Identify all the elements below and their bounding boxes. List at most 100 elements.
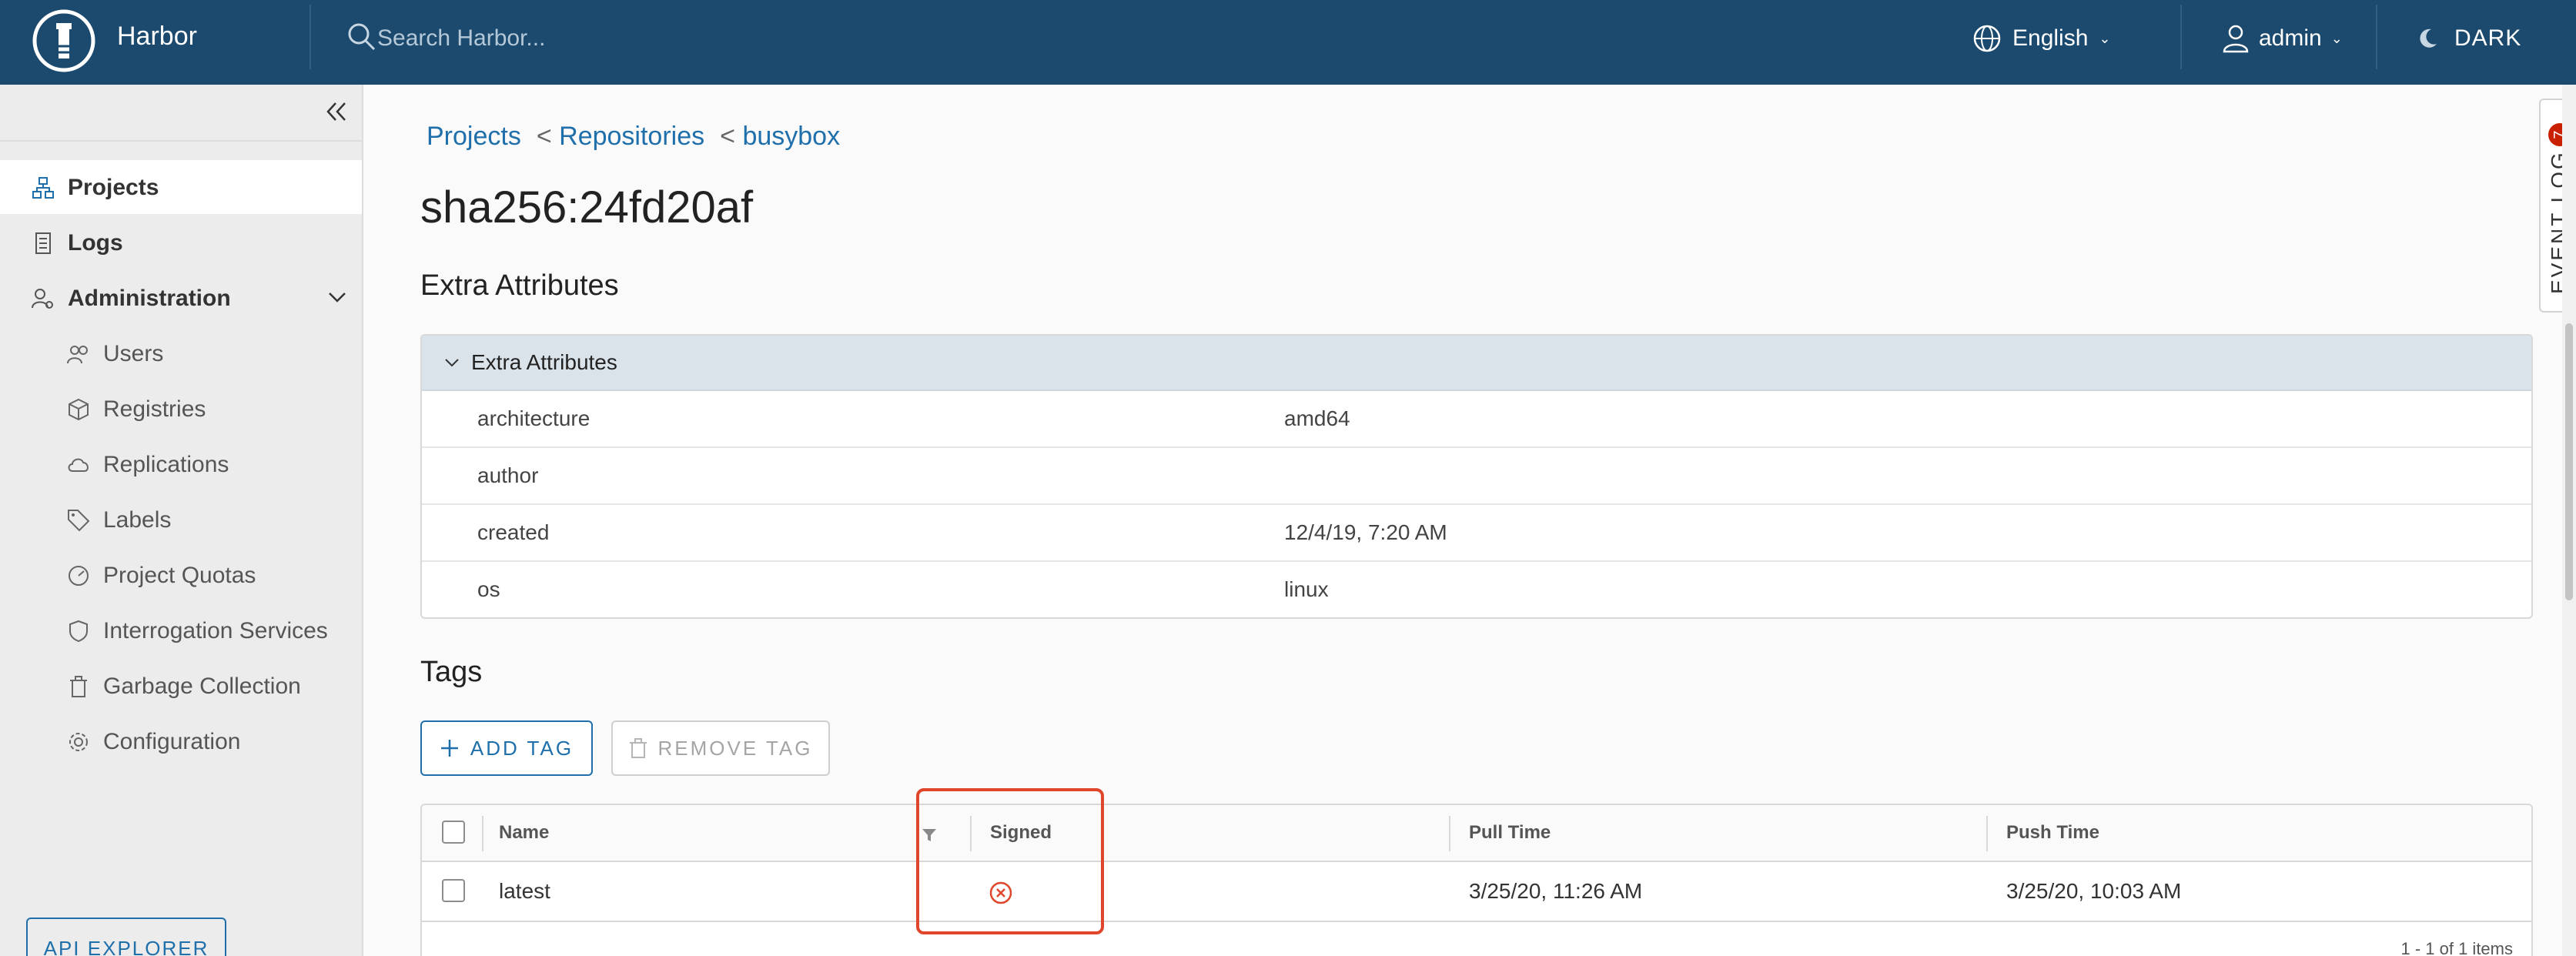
sidebar-item-registries[interactable]: Registries <box>66 393 206 426</box>
sidebar-item-configuration[interactable]: Configuration <box>66 725 240 759</box>
attribute-row: architecture amd64 <box>422 391 2531 448</box>
column-divider <box>482 816 483 851</box>
collapse-sidebar-icon[interactable] <box>323 99 350 125</box>
sidebar: Projects Logs Administration Users Regis… <box>0 85 363 956</box>
breadcrumb-separator: < <box>536 122 552 151</box>
users-icon <box>67 346 88 364</box>
sidebar-item-label: Garbage Collection <box>103 674 301 699</box>
sidebar-item-users[interactable]: Users <box>66 337 163 371</box>
breadcrumb-repositories-link[interactable]: Repositories <box>559 122 704 151</box>
breadcrumb-repo-link[interactable]: busybox <box>742 122 840 151</box>
column-divider <box>1986 816 1988 851</box>
logs-icon <box>35 232 51 254</box>
sidebar-item-label: Logs <box>68 230 123 256</box>
gear-icon <box>69 733 88 751</box>
trash-icon <box>629 738 647 758</box>
moon-icon <box>2420 28 2437 48</box>
harbor-logo-icon[interactable] <box>31 8 97 74</box>
add-tag-label: ADD TAG <box>470 736 574 760</box>
tags-table: Name Signed Pull Time Push Time latest 3… <box>420 804 2533 956</box>
column-header-pull-time[interactable]: Pull Time <box>1469 822 1551 844</box>
sidebar-item-logs[interactable]: Logs <box>31 226 123 260</box>
sidebar-item-label: Project Quotas <box>103 563 256 588</box>
api-explorer-button[interactable]: API EXPLORER <box>26 918 226 956</box>
sidebar-divider <box>0 140 362 142</box>
attribute-value: linux <box>1284 577 1329 601</box>
sidebar-item-replications[interactable]: Replications <box>66 448 229 482</box>
sidebar-item-label: Configuration <box>103 729 241 754</box>
projects-icon <box>32 177 54 199</box>
language-label: English <box>2012 25 2089 51</box>
tags-heading: Tags <box>420 656 483 688</box>
attribute-row: author <box>422 448 2531 505</box>
tag-push-time: 3/25/20, 10:03 AM <box>2006 879 2182 903</box>
chevron-down-icon <box>445 359 459 367</box>
header-divider <box>309 5 311 69</box>
column-header-push-time[interactable]: Push Time <box>2006 822 2099 844</box>
row-checkbox[interactable] <box>442 879 465 902</box>
registries-icon <box>69 398 89 421</box>
globe-icon <box>1973 25 2001 52</box>
attribute-key: os <box>477 577 500 601</box>
extra-attributes-panel: Extra Attributes architecture amd64 auth… <box>420 334 2533 619</box>
attribute-value: amd64 <box>1284 406 1350 430</box>
labels-icon <box>68 510 90 532</box>
sidebar-item-projects[interactable]: Projects <box>31 171 159 205</box>
tag-pull-time: 3/25/20, 11:26 AM <box>1469 879 1643 903</box>
plus-icon <box>440 740 458 757</box>
chevron-down-icon: ⌄ <box>2330 30 2343 46</box>
sidebar-item-label: Replications <box>103 452 229 477</box>
extra-attributes-heading: Extra Attributes <box>420 269 619 302</box>
sidebar-item-garbage-collection[interactable]: Garbage Collection <box>66 670 301 704</box>
sidebar-item-administration[interactable]: Administration <box>31 282 231 316</box>
add-tag-button[interactable]: ADD TAG <box>420 720 593 776</box>
replications-icon <box>68 458 89 472</box>
user-menu[interactable]: admin ⌄ <box>2222 20 2343 57</box>
sidebar-item-interrogation-services[interactable]: Interrogation Services <box>66 614 328 648</box>
signed-column-highlight <box>916 788 1104 934</box>
language-selector[interactable]: English ⌄ <box>1972 20 2111 57</box>
remove-tag-label: REMOVE TAG <box>657 736 813 760</box>
search-input[interactable] <box>377 20 839 57</box>
pagination-count: 1 - 1 of 1 items <box>2400 939 2513 956</box>
attribute-key: created <box>477 520 550 544</box>
sidebar-item-label: Registries <box>103 396 206 422</box>
scrollbar-thumb[interactable] <box>2565 323 2573 600</box>
top-header: Harbor English ⌄ admin ⌄ DARK <box>0 0 2576 85</box>
column-divider <box>1449 816 1450 851</box>
table-header: Name Signed Pull Time Push Time <box>422 805 2531 862</box>
sidebar-item-label: Projects <box>68 175 159 200</box>
tag-name[interactable]: latest <box>499 879 550 904</box>
attribute-key: author <box>477 463 539 487</box>
remove-tag-button[interactable]: REMOVE TAG <box>611 720 830 776</box>
username: admin <box>2259 25 2322 51</box>
header-divider <box>2376 5 2377 69</box>
sidebar-item-project-quotas[interactable]: Project Quotas <box>66 559 256 593</box>
header-divider <box>2180 5 2182 69</box>
select-all-checkbox[interactable] <box>442 821 465 844</box>
quotas-icon <box>69 566 89 586</box>
search-icon <box>348 23 376 51</box>
sidebar-item-label: Interrogation Services <box>103 618 328 643</box>
sidebar-item-labels[interactable]: Labels <box>66 503 171 537</box>
sidebar-item-label: Users <box>103 341 164 366</box>
user-icon <box>2223 25 2249 53</box>
attribute-row: os linux <box>422 562 2531 617</box>
administration-icon <box>32 289 53 309</box>
theme-toggle[interactable]: DARK <box>2416 20 2521 57</box>
column-header-name[interactable]: Name <box>499 822 549 844</box>
breadcrumb-projects-link[interactable]: Projects <box>427 122 521 152</box>
theme-label: DARK <box>2454 25 2522 51</box>
shield-icon <box>69 620 88 643</box>
sidebar-item-label: Administration <box>68 286 231 311</box>
chevron-down-icon: ⌄ <box>2099 30 2111 46</box>
chevron-down-icon[interactable] <box>326 286 348 308</box>
extra-attributes-panel-title: Extra Attributes <box>471 350 617 374</box>
page-title: sha256:24fd20af <box>420 182 754 232</box>
trash-icon <box>70 676 87 697</box>
sidebar-item-label: Labels <box>103 507 172 533</box>
attribute-row: created 12/4/19, 7:20 AM <box>422 505 2531 562</box>
brand-name: Harbor <box>117 22 197 51</box>
extra-attributes-panel-header[interactable]: Extra Attributes <box>422 336 2531 391</box>
table-row: latest 3/25/20, 11:26 AM 3/25/20, 10:03 … <box>422 862 2531 922</box>
